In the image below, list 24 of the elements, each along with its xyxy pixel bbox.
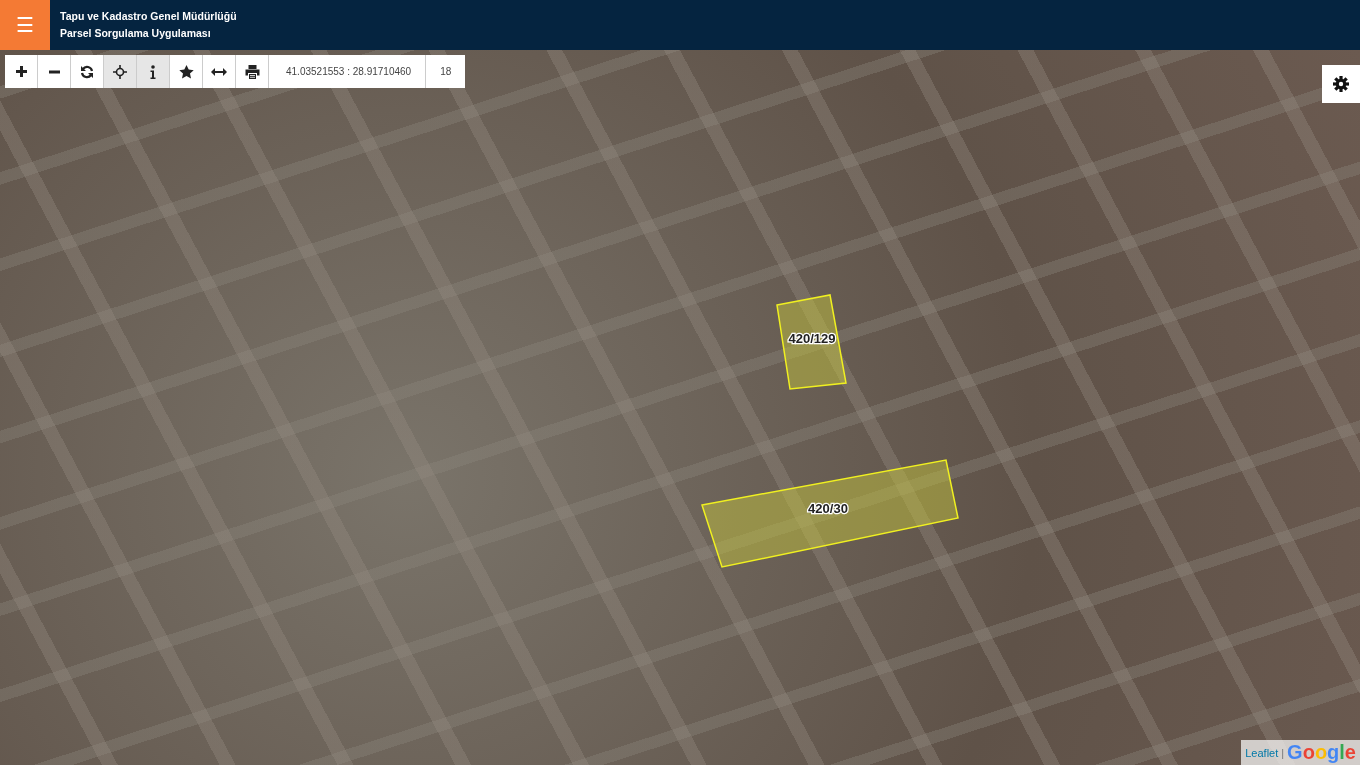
parcel-outline[interactable]: [701, 459, 959, 568]
coordinates-readout: 41.03521553 : 28.91710460: [269, 55, 427, 88]
star-icon: [178, 64, 194, 79]
app-subtitle: Parsel Sorgulama Uygulaması: [60, 26, 212, 41]
crosshair-icon: [113, 64, 127, 79]
settings-icon: [1333, 76, 1349, 92]
settings-button[interactable]: [1322, 65, 1360, 103]
menu-button[interactable]: ☰: [0, 0, 50, 50]
refresh-icon: [80, 64, 94, 79]
info-icon: [150, 64, 156, 79]
horizontal-arrows-icon: [211, 67, 227, 76]
printer-icon: [244, 64, 260, 79]
minus-icon: [47, 69, 61, 74]
zoom-level-readout: 18: [439, 65, 453, 79]
parcel-label: 420/129: [788, 331, 836, 346]
locate-button[interactable]: [104, 55, 137, 88]
separator: |: [1281, 746, 1285, 759]
leaflet-link[interactable]: Leaflet: [1245, 746, 1279, 759]
app-title: Tapu ve Kadastro Genel Müdürlüğü: [60, 9, 237, 24]
info-button[interactable]: [137, 55, 170, 88]
parcel-label: 420/30: [808, 501, 848, 516]
parcel-outline[interactable]: [776, 294, 847, 390]
plus-icon: [14, 65, 28, 78]
google-logo: Google: [1287, 741, 1356, 764]
